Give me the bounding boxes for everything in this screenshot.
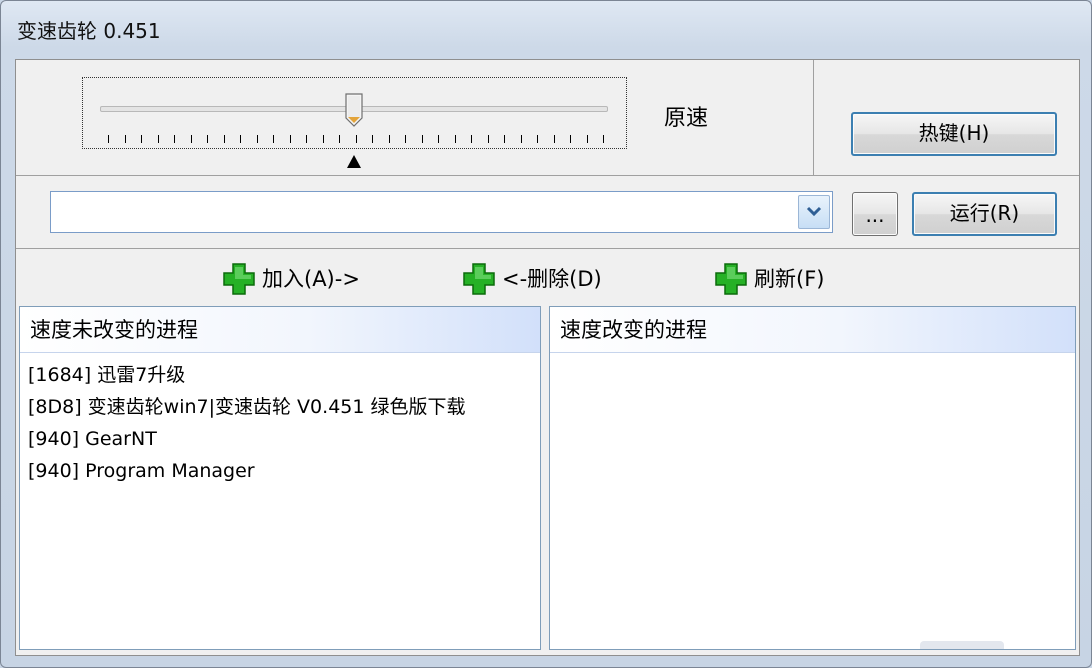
browse-button[interactable]: ... bbox=[852, 192, 898, 236]
unchanged-list-body: [1684] 迅雷7升级 [8D8] 变速齿轮win7|变速齿轮 V0.451 … bbox=[28, 359, 540, 649]
slider-tick bbox=[455, 135, 456, 143]
slider-tick bbox=[570, 135, 571, 143]
slider-tick bbox=[603, 135, 604, 143]
list-item[interactable]: [8D8] 变速齿轮win7|变速齿轮 V0.451 绿色版下载 bbox=[28, 391, 540, 423]
speed-label: 原速 bbox=[664, 106, 709, 131]
slider-tick bbox=[125, 135, 126, 143]
slider-tick bbox=[504, 135, 505, 143]
slider-tick bbox=[587, 135, 588, 143]
slider-tick bbox=[141, 135, 142, 143]
run-button[interactable]: 运行(R) bbox=[912, 192, 1057, 236]
slider-tick bbox=[339, 135, 340, 143]
panel-header-changed: 速度改变的进程 bbox=[550, 307, 1075, 353]
chevron-down-icon bbox=[806, 206, 822, 217]
divider-vertical bbox=[813, 60, 814, 175]
slider-tick bbox=[537, 135, 538, 143]
slider-tick bbox=[273, 135, 274, 143]
slider-tick bbox=[158, 135, 159, 143]
slider-tick bbox=[488, 135, 489, 143]
program-input[interactable] bbox=[53, 194, 797, 230]
combo-dropdown-button[interactable] bbox=[798, 195, 830, 229]
slider-tick bbox=[257, 135, 258, 143]
slider-tick bbox=[438, 135, 439, 143]
remove-label: <-删除(D) bbox=[502, 267, 602, 291]
program-combo[interactable] bbox=[50, 191, 833, 233]
slider-tick bbox=[554, 135, 555, 143]
window-title: 变速齿轮 0.451 bbox=[17, 19, 161, 43]
list-item[interactable]: [1684] 迅雷7升级 bbox=[28, 359, 540, 391]
slider-tick bbox=[471, 135, 472, 143]
slider-tick bbox=[306, 135, 307, 143]
hotkey-button[interactable]: 热键(H) bbox=[851, 112, 1057, 156]
slider-tick bbox=[372, 135, 373, 143]
app-window: 变速齿轮 0.451 原速 热键(H) ... 运行(R) 加入(A)-> <-… bbox=[0, 0, 1092, 668]
refresh-label: 刷新(F) bbox=[754, 267, 825, 291]
slider-tick bbox=[356, 135, 357, 143]
changed-process-list[interactable]: 速度改变的进程 bbox=[549, 306, 1076, 650]
slider-tick bbox=[174, 135, 175, 143]
slider-tick bbox=[405, 135, 406, 143]
add-label: 加入(A)-> bbox=[262, 267, 360, 291]
changed-list-body bbox=[558, 359, 1075, 649]
speed-slider-thumb[interactable] bbox=[344, 92, 364, 128]
slider-tick bbox=[290, 135, 291, 143]
green-plus-icon bbox=[463, 263, 495, 295]
list-item[interactable]: [940] GearNT bbox=[28, 423, 540, 455]
speed-slider-ticks bbox=[108, 135, 604, 145]
horizontal-scrollbar-thumb[interactable] bbox=[920, 641, 1004, 649]
slider-tick bbox=[240, 135, 241, 143]
slider-tick bbox=[422, 135, 423, 143]
slider-tick bbox=[521, 135, 522, 143]
slider-tick bbox=[108, 135, 109, 143]
slider-tick bbox=[207, 135, 208, 143]
slider-tick bbox=[191, 135, 192, 143]
divider-top bbox=[16, 175, 1079, 176]
slider-tick bbox=[323, 135, 324, 143]
list-item[interactable]: [940] Program Manager bbox=[28, 455, 540, 487]
slider-tick bbox=[389, 135, 390, 143]
center-marker-icon bbox=[347, 155, 361, 168]
unchanged-process-list[interactable]: 速度未改变的进程 [1684] 迅雷7升级 [8D8] 变速齿轮win7|变速齿… bbox=[19, 306, 541, 650]
client-area: 原速 热键(H) ... 运行(R) 加入(A)-> <-删除(D) 刷新(F)… bbox=[15, 59, 1080, 656]
green-plus-icon bbox=[715, 263, 747, 295]
green-plus-icon bbox=[223, 263, 255, 295]
slider-tick bbox=[224, 135, 225, 143]
panel-header-unchanged: 速度未改变的进程 bbox=[20, 307, 540, 353]
divider-middle bbox=[16, 248, 1079, 249]
